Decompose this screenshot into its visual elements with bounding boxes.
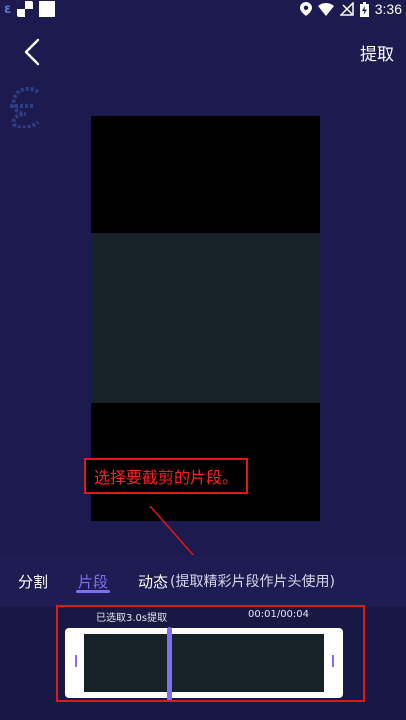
checker-notification-icon (17, 1, 34, 17)
annotation-highlight-box (56, 605, 365, 702)
clock-time: 3:36 (374, 1, 402, 17)
annotation-text: 选择要截剪的片段。 (94, 468, 239, 487)
app-e-icon: ɛ (4, 1, 12, 17)
logo-watermark-icon (10, 86, 40, 128)
notification-icons: ɛ (4, 0, 56, 18)
video-frame-content (91, 233, 320, 403)
battery-charging-icon (359, 1, 369, 17)
extract-button[interactable]: 提取 (360, 40, 394, 65)
system-icons: 3:36 (299, 0, 402, 18)
tab-bar: 分割 片段 动态 (提取精彩片段作片头使用) (0, 555, 406, 607)
chevron-left-icon (24, 38, 40, 66)
active-tab-indicator (76, 590, 110, 593)
tab-hint-text: (提取精彩片段作片头使用) (170, 574, 335, 590)
location-icon (299, 2, 312, 16)
status-bar: ɛ 3:36 (0, 0, 406, 18)
wifi-icon (317, 2, 334, 16)
tab-split[interactable]: 分割 (18, 571, 48, 592)
annotation-callout: 选择要截剪的片段。 (84, 458, 249, 494)
back-button[interactable] (16, 36, 48, 68)
tab-clip[interactable]: 片段 (78, 571, 108, 592)
blank-notification-icon (39, 1, 56, 17)
tab-dynamic[interactable]: 动态 (138, 571, 168, 592)
no-signal-icon (339, 2, 354, 16)
screen: ɛ 3:36 提取 选择要截剪的片段。 分割 片段 动态 (提取精彩片段作片头使… (0, 0, 406, 720)
